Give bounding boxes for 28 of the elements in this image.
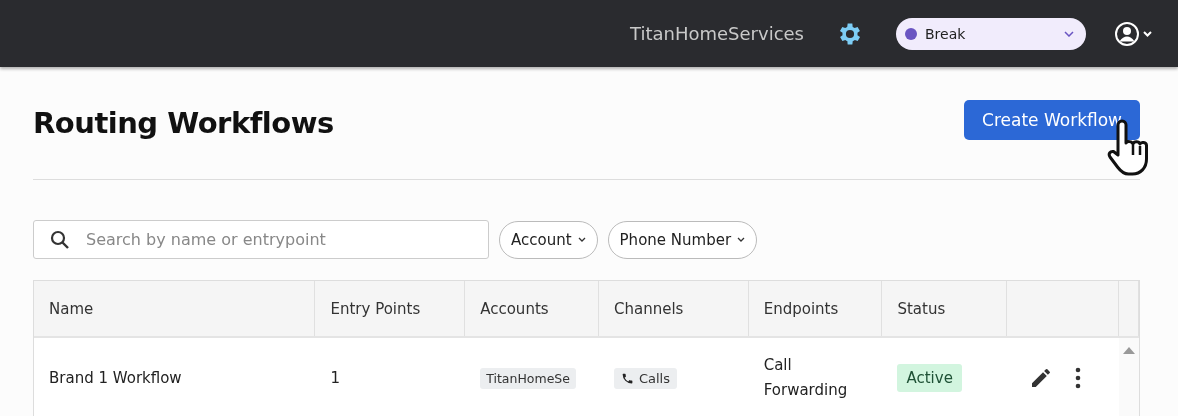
workflow-name: Brand 1 Workflow xyxy=(49,369,182,387)
entry-points-count: 1 xyxy=(330,369,340,387)
scroll-up-arrow-icon[interactable] xyxy=(1123,346,1136,354)
page-title: Routing Workflows xyxy=(33,106,334,140)
user-menu-icon[interactable] xyxy=(1114,20,1154,47)
column-header: Endpoints xyxy=(748,281,883,336)
search-icon xyxy=(50,229,70,250)
column-header: Status xyxy=(882,281,1008,336)
column-header: Entry Points xyxy=(315,281,466,336)
account-tag: TitanHomeSe xyxy=(480,367,576,389)
create-workflow-button[interactable]: Create Workflow xyxy=(964,100,1140,140)
search-field[interactable]: Search by name or entrypoint xyxy=(33,220,489,259)
column-header: Channels xyxy=(598,281,749,336)
column-header: Name xyxy=(34,281,316,336)
filter-dropdown[interactable]: Account xyxy=(499,220,598,259)
chevron-down-icon xyxy=(577,237,586,242)
filter-dropdown[interactable]: Phone Number xyxy=(607,220,758,259)
more-options-icon[interactable] xyxy=(1075,367,1082,389)
chevron-down-icon xyxy=(737,237,746,242)
column-header: Accounts xyxy=(465,281,599,336)
phone-icon xyxy=(620,371,634,385)
status-badge: Active xyxy=(897,364,962,392)
status-dropdown[interactable]: Break xyxy=(896,17,1086,50)
endpoint-text: Call Forwarding xyxy=(763,355,849,401)
search-input[interactable]: Search by name or entrypoint xyxy=(84,229,488,250)
chevron-down-icon xyxy=(1064,30,1074,37)
organization-name: TitanHomeServices xyxy=(630,23,804,44)
channel-label: Calls xyxy=(638,370,670,386)
